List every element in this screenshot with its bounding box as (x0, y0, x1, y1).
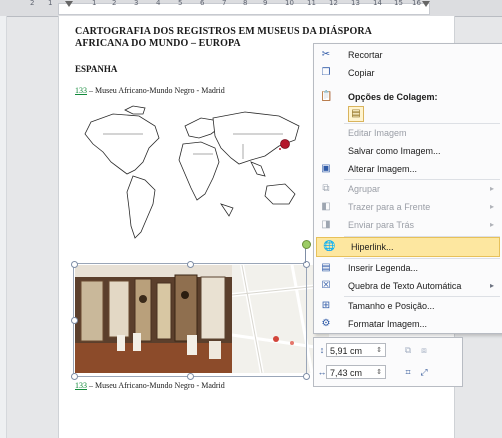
caption-bottom: 133 – Museu Africano-Mundo Negro - Madri… (75, 381, 225, 390)
submenu-arrow-icon: ▸ (489, 281, 494, 290)
menu-item-hiperlink[interactable]: 🌐 Hiperlink... (316, 237, 500, 257)
menu-item-label: Copiar (348, 68, 375, 78)
menu-item-label: Alterar Imagem... (348, 164, 418, 174)
section-heading: ESPANHA (75, 64, 118, 74)
caption-number-link[interactable]: 133 (75, 86, 87, 95)
ruler-number: 9 (263, 0, 268, 7)
menu-item-label: Formatar Imagem... (348, 319, 428, 329)
width-spinner[interactable]: 7,43 cm ⇕ (326, 365, 386, 379)
menu-item-copiar[interactable]: ❐ Copiar (314, 64, 502, 82)
scissors-icon: ✂ (321, 49, 331, 60)
menu-item-label: Enviar para Trás (348, 220, 415, 230)
ruler-number: 1 (92, 0, 97, 7)
right-indent-marker[interactable] (422, 1, 430, 7)
left-margin-edge (0, 16, 7, 438)
menu-item-label: Salvar como Imagem... (348, 146, 441, 156)
size-position-icon: ⊞ (321, 300, 331, 311)
menu-item-quebra-de-texto[interactable]: ☒ Quebra de Texto Automática ▸ (314, 277, 502, 295)
world-map-image[interactable] (73, 104, 308, 259)
ruler-number: 1 (48, 0, 53, 7)
menu-item-label: Quebra de Texto Automática (348, 281, 462, 291)
crop-icon[interactable]: ⌗ (402, 366, 414, 378)
text-wrap-icon[interactable]: ⤢ (418, 366, 430, 378)
menu-item-label: Hiperlink... (351, 242, 394, 252)
ruler-number: 5 (178, 0, 183, 7)
ruler-number: 2 (112, 0, 117, 7)
menu-item-trazer-para-a-frente[interactable]: ◧ Trazer para a Frente ▸ (314, 198, 502, 216)
insert-caption-icon: ▤ (321, 262, 331, 273)
menu-item-editar-imagem[interactable]: Editar Imagem (314, 124, 502, 142)
spinner-arrows-icon[interactable]: ⇕ (376, 344, 382, 358)
menu-item-recortar[interactable]: ✂ Recortar (314, 46, 502, 64)
submenu-arrow-icon: ▸ (489, 202, 494, 211)
left-indent-marker[interactable] (65, 1, 73, 7)
ruler-number: 14 (373, 0, 382, 7)
mini-toolbar: ↕ 5,91 cm ⇕ ⧉ ⧈ ↔ 7,43 cm ⇕ ⌗ ⤢ (313, 337, 463, 387)
menu-item-salvar-como-imagem[interactable]: Salvar como Imagem... (314, 142, 502, 160)
map-marker-icon (280, 139, 290, 149)
resize-handle-bottom[interactable] (187, 373, 194, 380)
group-icon: ⧉ (322, 183, 330, 194)
wrap-text-icon: ☒ (321, 280, 331, 291)
hyperlink-icon: 🌐 (323, 241, 336, 252)
menu-item-tamanho-e-posicao[interactable]: ⊞ Tamanho e Posição... (314, 297, 502, 315)
menu-item-agrupar[interactable]: ⧉ Agrupar ▸ (314, 180, 502, 198)
menu-item-formatar-imagem[interactable]: ⚙ Formatar Imagem... (314, 315, 502, 333)
menu-item-label: Recortar (348, 50, 383, 60)
menu-item-label: Editar Imagem (348, 128, 407, 138)
ruler-number: 12 (329, 0, 338, 7)
send-backward-icon: ◨ (321, 219, 331, 230)
resize-handle-bottom-left[interactable] (71, 373, 78, 380)
menu-item-alterar-imagem[interactable]: ▣ Alterar Imagem... (314, 160, 502, 178)
caption-text: – Museu Africano-Mundo Negro - Madrid (87, 381, 225, 390)
height-value: 5,91 cm (330, 346, 363, 356)
resize-handle-left[interactable] (71, 317, 78, 324)
resize-handle-bottom-right[interactable] (303, 373, 310, 380)
width-value: 7,43 cm (330, 368, 363, 378)
ruler-number: 10 (285, 0, 294, 7)
mini-toolbar-row-width: ↔ 7,43 cm ⇕ ⌗ ⤢ (314, 362, 462, 384)
caption-number-link[interactable]: 133 (75, 381, 87, 390)
layout-icon[interactable]: ⧈ (418, 344, 430, 356)
ruler-number: 11 (307, 0, 316, 7)
mini-toolbar-row-height: ↕ 5,91 cm ⇕ ⧉ ⧈ (314, 340, 462, 362)
menu-item-label: Inserir Legenda... (348, 263, 419, 273)
menu-item-inserir-legenda[interactable]: ▤ Inserir Legenda... (314, 259, 502, 277)
format-picture-icon: ⚙ (321, 318, 331, 329)
ruler-number: 8 (243, 0, 248, 7)
rotation-connector (305, 247, 306, 263)
caption-top: 133 – Museu Africano-Mundo Negro - Madri… (75, 86, 225, 95)
ruler-number: 2 (30, 0, 35, 7)
spinner-arrows-icon[interactable]: ⇕ (376, 366, 382, 380)
resize-handle-top-left[interactable] (71, 261, 78, 268)
copy-icon: ❐ (321, 67, 331, 78)
menu-item-label: Agrupar (348, 184, 381, 194)
clipboard-icon: 📋 (320, 91, 333, 102)
selection-frame[interactable] (73, 263, 307, 377)
submenu-arrow-icon: ▸ (489, 220, 494, 229)
paste-keep-format-button[interactable]: ▤ (348, 106, 364, 122)
resize-handle-top[interactable] (187, 261, 194, 268)
ruler-number: 15 (394, 0, 403, 7)
ruler-number: 7 (222, 0, 227, 7)
paste-options-header: 📋 Opções de Colagem: (314, 88, 502, 106)
ruler-number: 13 (351, 0, 360, 7)
menu-item-label: Trazer para a Frente (348, 202, 431, 212)
submenu-arrow-icon: ▸ (489, 184, 494, 193)
height-spinner[interactable]: 5,91 cm ⇕ (326, 343, 386, 357)
ruler-number: 3 (134, 0, 139, 7)
ruler-number: 4 (156, 0, 161, 7)
bring-forward-icon: ◧ (321, 201, 331, 212)
change-picture-icon: ▣ (321, 163, 331, 174)
copy-format-icon[interactable]: ⧉ (402, 344, 414, 356)
rotation-handle[interactable] (302, 240, 311, 249)
context-menu: ✂ Recortar ❐ Copiar 📋 Opções de Colagem:… (313, 43, 502, 334)
caption-text: – Museu Africano-Mundo Negro - Madrid (87, 86, 225, 95)
menu-item-enviar-para-tras[interactable]: ◨ Enviar para Trás ▸ (314, 216, 502, 234)
paste-options-label: Opções de Colagem: (348, 92, 438, 102)
menu-item-label: Tamanho e Posição... (348, 301, 435, 311)
horizontal-ruler[interactable]: 2 1 1 2 3 4 5 6 7 8 9 10 11 12 13 14 15 … (0, 0, 502, 17)
ruler-number: 6 (200, 0, 205, 7)
ruler-number: 16 (412, 0, 421, 7)
